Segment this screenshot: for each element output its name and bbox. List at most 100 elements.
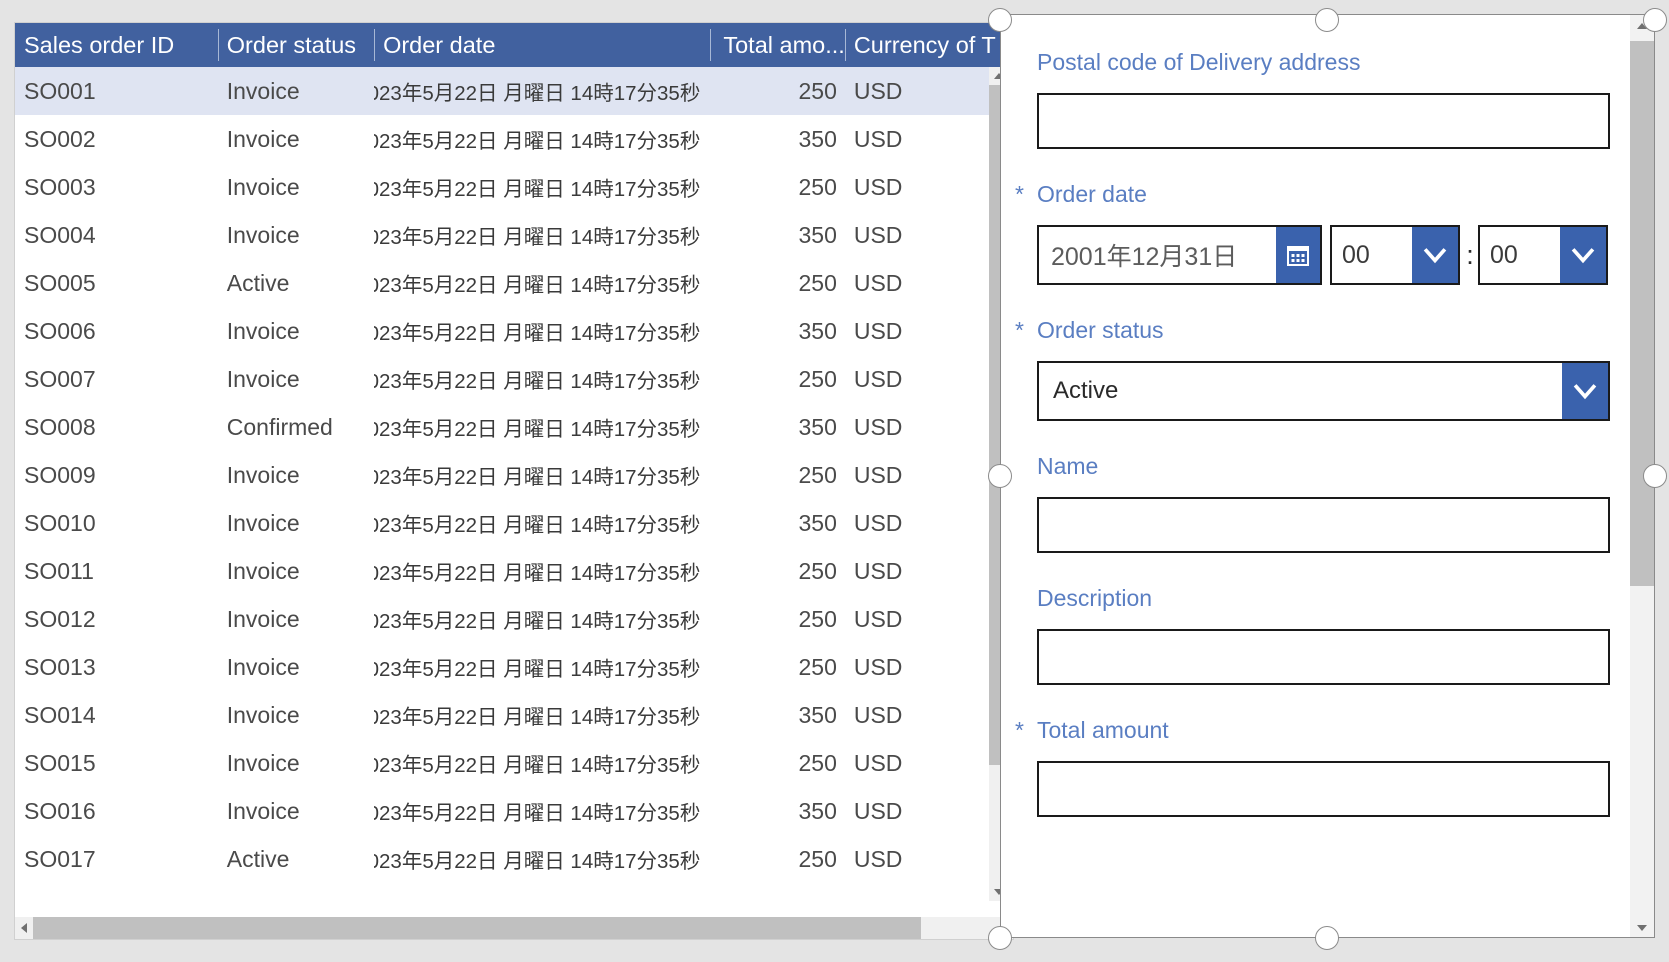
column-header-label: Total amo... [723,31,845,58]
cell-order-status: Confirmed [226,413,333,440]
cell-sales-order-id: SO001 [24,77,96,104]
required-marker: * [1015,317,1024,343]
input-description[interactable] [1037,629,1610,685]
input-postal-code-of-delivery-address[interactable] [1037,93,1610,149]
column-header-currency[interactable]: Currency of T [844,23,1013,67]
required-marker: * [1015,717,1024,743]
cell-order-date: 2023年5月22日 月曜日 14時17分35秒 [374,322,701,345]
grid-horizontal-scroll-thumb[interactable] [33,917,921,939]
table-row[interactable]: SO009 Invoice 2023年5月22日 月曜日 14時17分35秒 250 U… [15,451,1013,499]
table-row[interactable]: SO013 Invoice 2023年5月22日 月曜日 14時17分35秒 250 U… [15,643,1013,691]
table-row[interactable]: SO001 Invoice 2023年5月22日 月曜日 14時17分35秒 250 U… [15,67,1013,115]
table-row[interactable]: SO003 Invoice 2023年5月22日 月曜日 14時17分35秒 250 U… [15,163,1013,211]
input-total-amount[interactable] [1037,761,1610,817]
table-row[interactable]: SO007 Invoice 2023年5月22日 月曜日 14時17分35秒 250 U… [15,355,1013,403]
cell-order-status: Invoice [226,605,300,632]
chevron-down-icon[interactable] [1562,363,1608,419]
field-label-order-status: * Order status [1015,317,1610,344]
column-header-total-amount[interactable]: Total amo... [710,23,845,67]
cell-sales-order-id: SO008 [24,413,96,440]
cell-order-date: 2023年5月22日 月曜日 14時17分35秒 [374,274,701,297]
table-row[interactable]: SO014 Invoice 2023年5月22日 月曜日 14時17分35秒 350 U… [15,691,1013,739]
order-detail-form-panel: Postal code of Delivery address * Order da… [1000,14,1655,938]
cell-total-amount: 250 [798,749,837,776]
cell-order-date: 2023年5月22日 月曜日 14時17分35秒 [374,514,701,537]
cell-order-date: 2023年5月22日 月曜日 14時17分35秒 [374,658,701,681]
form-field-description: Description [1037,585,1610,685]
minute-select[interactable]: 00 [1478,225,1608,285]
cell-order-date: 2023年5月22日 月曜日 14時17分35秒 [374,802,701,825]
column-header-order-date[interactable]: Order date [374,23,710,67]
scroll-left-arrow-icon[interactable] [15,917,33,939]
cell-total-amount: 250 [798,77,837,104]
table-row[interactable]: SO004 Invoice 2023年5月22日 月曜日 14時17分35秒 350 U… [15,211,1013,259]
select-order-status[interactable]: Active [1037,361,1610,421]
table-row[interactable]: SO010 Invoice 2023年5月22日 月曜日 14時17分35秒 350 U… [15,499,1013,547]
table-row[interactable]: SO017 Active 2023年5月22日 月曜日 14時17分35秒 250 US… [15,835,1013,883]
column-header-sales-order-id[interactable]: Sales order ID [15,23,218,67]
field-label-text: Total amount [1037,717,1169,743]
column-header-label: Currency of T [853,31,996,58]
resize-handle-top-center[interactable] [1315,8,1339,32]
cell-currency: USD [853,749,903,776]
table-row[interactable]: SO011 Invoice 2023年5月22日 月曜日 14時17分35秒 250 U… [15,547,1013,595]
chevron-down-icon[interactable] [1560,227,1606,283]
chevron-down-icon[interactable] [1412,227,1458,283]
cell-currency: USD [853,653,903,680]
cell-currency: USD [853,605,903,632]
resize-handle-bottom-left[interactable] [988,926,1012,950]
cell-total-amount: 350 [798,317,837,344]
cell-total-amount: 350 [798,797,837,824]
table-row[interactable]: SO005 Active 2023年5月22日 月曜日 14時17分35秒 250 US… [15,259,1013,307]
table-row[interactable]: SO008 Confirmed 2023年5月22日 月曜日 14時17分35秒 35… [15,403,1013,451]
panel-scroll-down-arrow-icon[interactable] [1630,917,1654,937]
resize-handle-bottom-center[interactable] [1315,926,1339,950]
form-field-order-date: * Order date 2001年12月31日 00:00 [1015,181,1610,285]
cell-currency: USD [853,413,903,440]
field-label-order-date: * Order date [1015,181,1610,208]
grid-horizontal-scroll-track[interactable] [33,917,997,939]
cell-total-amount: 350 [798,701,837,728]
panel-vertical-scroll-thumb[interactable] [1630,41,1654,586]
table-row[interactable]: SO002 Invoice 2023年5月22日 月曜日 14時17分35秒 350 U… [15,115,1013,163]
cell-total-amount: 250 [798,845,837,872]
resize-handle-middle-left[interactable] [988,464,1012,488]
table-row[interactable]: SO012 Invoice 2023年5月22日 月曜日 14時17分35秒 250 U… [15,595,1013,643]
cell-order-date: 2023年5月22日 月曜日 14時17分35秒 [374,610,701,633]
cell-order-status: Invoice [226,701,300,728]
field-label-text: Order status [1037,317,1164,343]
date-input-order-date[interactable]: 2001年12月31日 [1037,225,1322,285]
hour-value: 00 [1342,240,1370,269]
cell-currency: USD [853,173,903,200]
cell-order-status: Invoice [226,749,300,776]
cell-order-status: Invoice [226,653,300,680]
cell-order-date: 2023年5月22日 月曜日 14時17分35秒 [374,466,701,489]
cell-order-status: Invoice [226,173,300,200]
cell-sales-order-id: SO013 [24,653,96,680]
grid-header-row: Sales order ID Order status Order date T… [15,23,1013,67]
column-header-label: Order status [226,31,357,58]
column-header-order-status[interactable]: Order status [217,23,374,67]
resize-handle-top-right[interactable] [1643,8,1667,32]
table-row[interactable]: SO016 Invoice 2023年5月22日 月曜日 14時17分35秒 350 U… [15,787,1013,835]
form-field-order-status: * Order status Active [1015,317,1610,421]
resize-handle-middle-right[interactable] [1643,464,1667,488]
grid-body: SO001 Invoice 2023年5月22日 月曜日 14時17分35秒 250 U… [15,67,1013,901]
cell-currency: USD [853,221,903,248]
cell-sales-order-id: SO017 [24,845,96,872]
table-row[interactable]: SO015 Invoice 2023年5月22日 月曜日 14時17分35秒 250 U… [15,739,1013,787]
required-marker: * [1015,181,1024,207]
cell-sales-order-id: SO007 [24,365,96,392]
cell-order-status: Invoice [226,221,300,248]
cell-total-amount: 250 [798,605,837,632]
input-name[interactable] [1037,497,1610,553]
cell-order-status: Invoice [226,461,300,488]
calendar-icon[interactable] [1276,227,1320,283]
hour-select[interactable]: 00 [1330,225,1460,285]
cell-currency: USD [853,509,903,536]
cell-sales-order-id: SO004 [24,221,96,248]
cell-sales-order-id: SO015 [24,749,96,776]
resize-handle-top-left[interactable] [988,8,1012,32]
grid-horizontal-scrollbar[interactable] [15,917,1013,939]
table-row[interactable]: SO006 Invoice 2023年5月22日 月曜日 14時17分35秒 350 U… [15,307,1013,355]
